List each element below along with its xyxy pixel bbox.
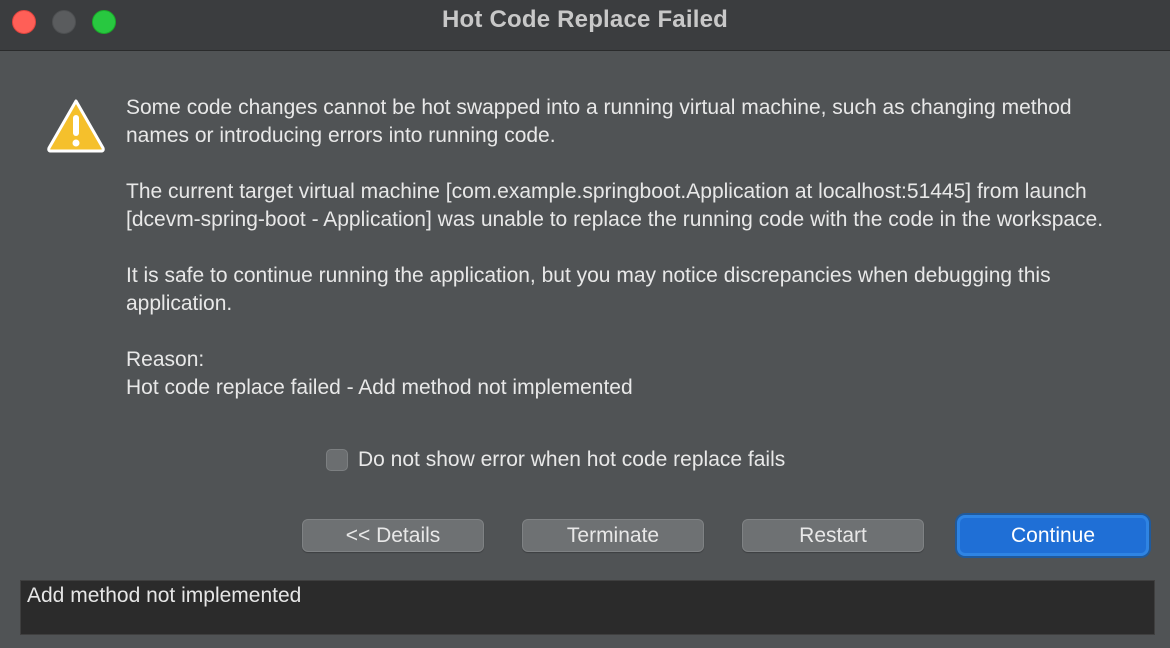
details-text-area[interactable]: Add method not implemented xyxy=(20,580,1155,635)
do-not-show-checkbox-label[interactable]: Do not show error when hot code replace … xyxy=(358,448,785,472)
title-bar[interactable]: Hot Code Replace Failed xyxy=(0,0,1170,51)
do-not-show-checkbox[interactable] xyxy=(326,449,348,471)
message-body: Some code changes cannot be hot swapped … xyxy=(126,94,1126,402)
message-paragraph-2: The current target virtual machine [com.… xyxy=(126,180,1104,231)
reason-label: Reason: xyxy=(126,348,205,371)
details-text: Add method not implemented xyxy=(27,584,302,607)
warning-triangle-icon xyxy=(46,98,106,154)
message-paragraph-3: It is safe to continue running the appli… xyxy=(126,264,1051,315)
terminate-button[interactable]: Terminate xyxy=(522,519,704,552)
details-button[interactable]: << Details xyxy=(302,519,484,552)
restart-button[interactable]: Restart xyxy=(742,519,924,552)
do-not-show-checkbox-row[interactable]: Do not show error when hot code replace … xyxy=(326,446,785,474)
dialog-window: Hot Code Replace Failed Some code change… xyxy=(0,0,1170,648)
reason-text: Hot code replace failed - Add method not… xyxy=(126,376,633,399)
dialog-title: Hot Code Replace Failed xyxy=(442,6,728,33)
continue-button[interactable]: Continue xyxy=(957,515,1149,556)
message-paragraph-1: Some code changes cannot be hot swapped … xyxy=(126,96,1072,147)
